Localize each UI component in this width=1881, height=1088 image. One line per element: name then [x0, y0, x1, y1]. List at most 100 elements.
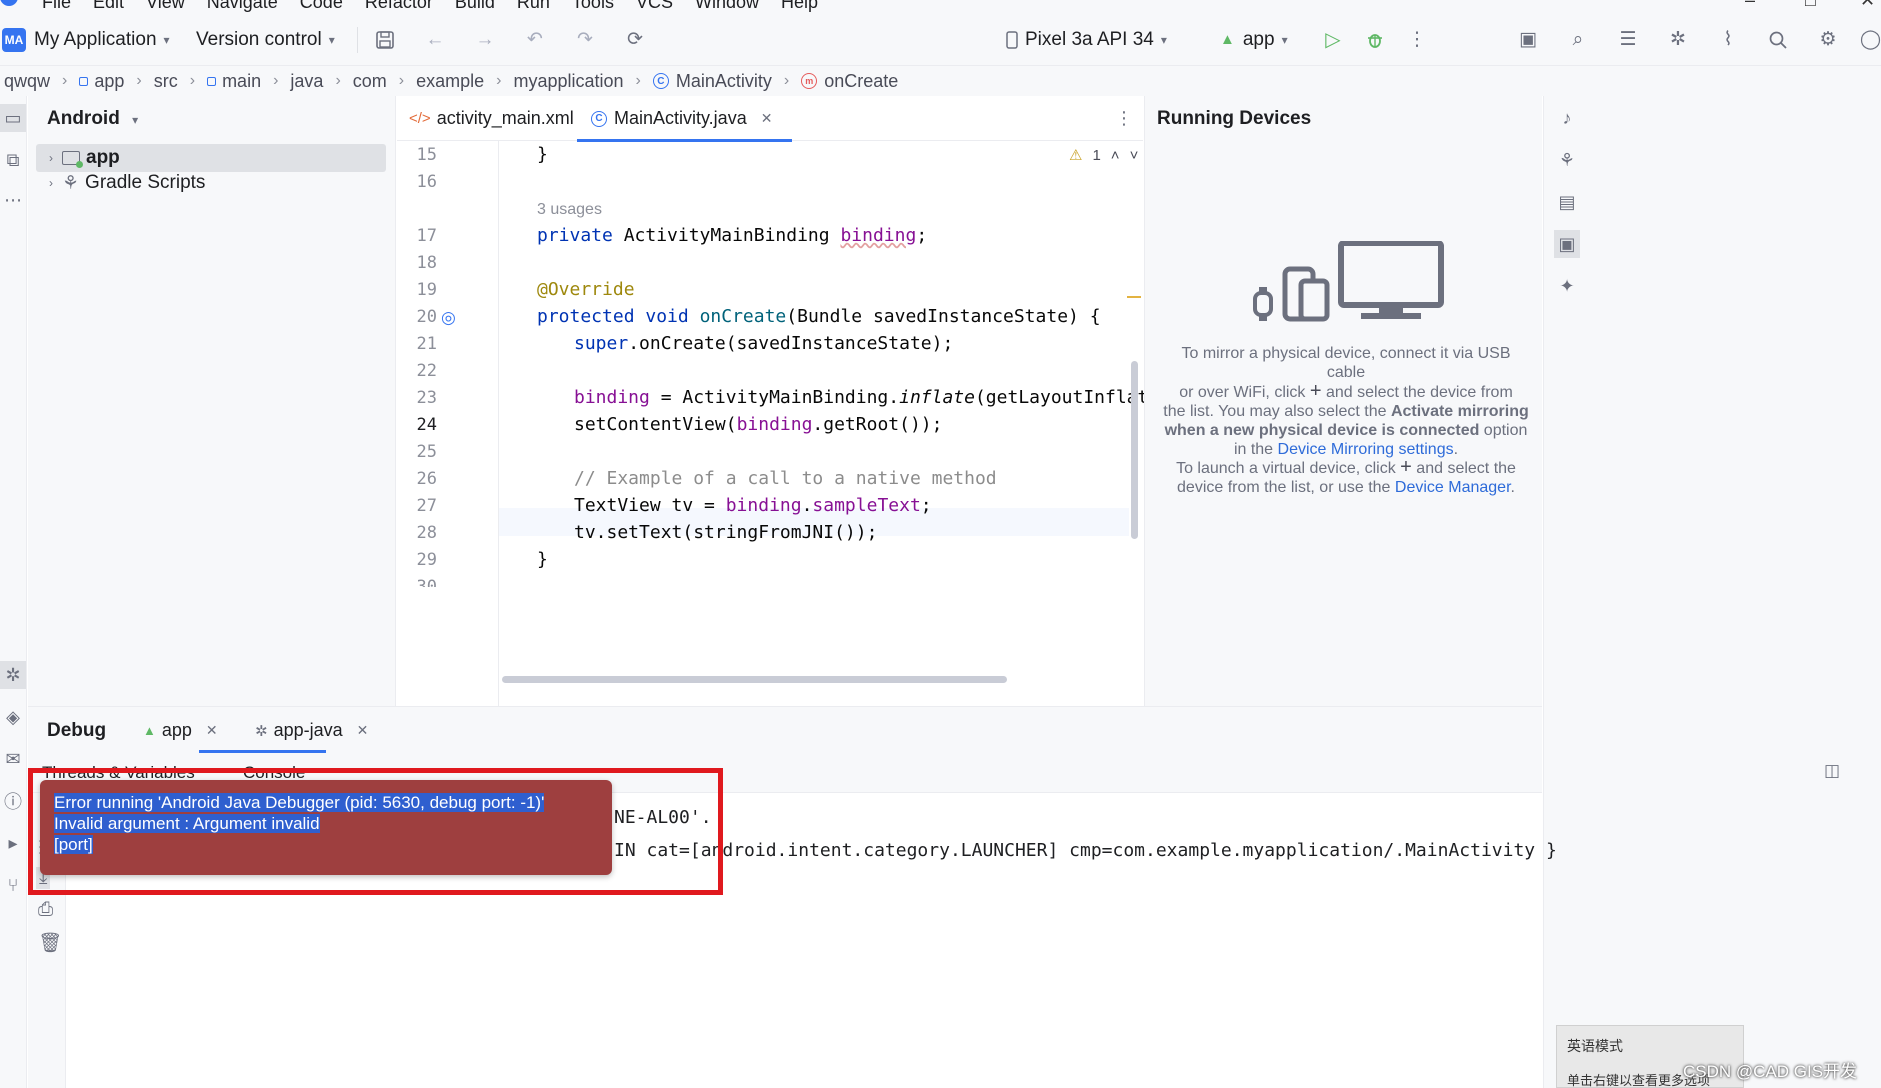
maximize-icon[interactable]: □ — [1805, 0, 1816, 11]
line-number: 19 — [416, 280, 437, 300]
breadcrumb-method[interactable]: m onCreate — [801, 71, 898, 92]
profiler-bug-icon[interactable]: ✲ — [1665, 13, 1691, 66]
inspection-widget[interactable]: ⚠ 1 ˄ ˅ — [1069, 146, 1139, 165]
menu-vcs[interactable]: VCS — [636, 0, 673, 13]
breadcrumb-src[interactable]: src — [154, 71, 178, 92]
usages-hint[interactable]: 3 usages — [537, 201, 602, 219]
minimize-icon[interactable]: – — [1745, 0, 1755, 11]
breadcrumb-main[interactable]: main — [207, 71, 261, 92]
project-view-selector[interactable]: Android ▾ — [47, 108, 138, 130]
tab-label: app-java — [273, 720, 343, 740]
notifications-icon[interactable]: ♪ — [1554, 104, 1580, 132]
device-file-explorer-icon[interactable]: ▤ — [1554, 188, 1580, 216]
sync-icon[interactable]: ⟳ — [622, 13, 648, 66]
debug-panel: Debug ▲ app ✕ ✲ app-java ✕ Threads & Var… — [28, 706, 1840, 1088]
tab-debug-app[interactable]: ▲ app ✕ — [143, 720, 218, 741]
menu-help[interactable]: Help — [781, 0, 818, 13]
problems-icon[interactable]: ⓘ — [0, 787, 26, 815]
menu-file[interactable]: File — [42, 0, 71, 13]
git-icon[interactable]: ⑂ — [0, 871, 26, 899]
menu-view[interactable]: View — [146, 0, 185, 13]
mirror-text: option — [1479, 422, 1528, 439]
breadcrumb-module[interactable]: app — [79, 71, 124, 92]
forward-arrow-icon[interactable]: → — [472, 13, 498, 66]
mirror-text: the list. You may also select the — [1163, 403, 1391, 420]
save-icon[interactable] — [372, 13, 398, 66]
more-tools-icon[interactable]: ⋯ — [0, 186, 26, 214]
gear-icon[interactable]: ⚙ — [1815, 13, 1841, 66]
redo-icon[interactable]: ↷ — [572, 13, 598, 66]
debug-tool-icon[interactable]: ✲ — [0, 661, 26, 689]
horizontal-scrollbar[interactable] — [502, 676, 1007, 683]
breadcrumb-com[interactable]: com — [353, 71, 387, 92]
breadcrumb-package[interactable]: myapplication — [513, 71, 623, 92]
breadcrumb-class[interactable]: C MainActivity — [652, 71, 772, 92]
menu-edit[interactable]: Edit — [93, 0, 124, 13]
menu-navigate[interactable]: Navigate — [207, 0, 278, 13]
chevron-up-icon[interactable]: ˄ — [1111, 147, 1120, 164]
menu-run[interactable]: Run — [517, 0, 550, 13]
menu-refactor[interactable]: Refactor — [365, 0, 433, 13]
tab-mainactivity-java[interactable]: C MainActivity.java ✕ — [576, 96, 793, 142]
menu-build[interactable]: Build — [455, 0, 495, 13]
line-number: 29 — [416, 550, 437, 570]
menu-code[interactable]: Code — [300, 0, 343, 13]
debug-bug-icon[interactable] — [1362, 13, 1388, 66]
tree-item-app[interactable]: › app — [36, 144, 386, 172]
back-arrow-icon[interactable]: ← — [422, 13, 448, 66]
print-icon[interactable]: ⎙ — [38, 899, 53, 921]
tab-activity-main-xml[interactable]: </> activity_main.xml — [409, 96, 574, 141]
mirror-text: and select the device from — [1321, 384, 1513, 401]
chevron-down-icon[interactable]: ˅ — [1130, 147, 1139, 164]
build-variants-icon[interactable]: ◈ — [0, 703, 26, 731]
sdk-manager-icon[interactable]: ▣ — [1515, 13, 1541, 66]
project-selector[interactable]: MA My Application ▾ — [2, 13, 170, 66]
vertical-scrollbar[interactable] — [1131, 361, 1138, 539]
override-gutter-icon[interactable]: ◎ — [441, 308, 456, 328]
close-tab-icon[interactable]: ✕ — [206, 722, 218, 739]
tree-item-label: app — [86, 147, 120, 168]
device-manager-link[interactable]: Device Manager — [1395, 479, 1511, 496]
device-selector[interactable]: Pixel 3a API 34 ▾ — [1005, 13, 1167, 66]
line-number: 20 — [416, 307, 437, 327]
layout-inspector-icon[interactable]: ☰ — [1615, 13, 1641, 66]
breadcrumb-separator: › — [783, 72, 790, 89]
running-devices-icon[interactable]: ▣ — [1554, 230, 1580, 258]
console-line: IN cat=[android.intent.category.LAUNCHER… — [614, 840, 1557, 861]
gemini-sparkle-icon[interactable]: ✦ — [1554, 272, 1580, 300]
main-toolbar: MA My Application ▾ Version control ▾ ← … — [0, 13, 1881, 66]
gradle-tool-icon[interactable]: ⚘ — [1554, 146, 1580, 174]
chevron-down-icon: ▾ — [132, 113, 139, 127]
tab-debug-app-java[interactable]: ✲ app-java ✕ — [255, 720, 368, 741]
version-control-menu[interactable]: Version control ▾ — [196, 13, 335, 66]
tabs-more-icon[interactable]: ⋮ — [1115, 96, 1133, 141]
menu-tools[interactable]: Tools — [572, 0, 614, 13]
menu-bar: File Edit View Navigate Code Refactor Bu… — [0, 0, 1881, 13]
chevron-right-icon[interactable]: › — [40, 176, 62, 190]
run-config-selector[interactable]: ▲ app ▾ — [1220, 13, 1288, 66]
device-mirroring-settings-link[interactable]: Device Mirroring settings — [1278, 441, 1454, 458]
run-icon[interactable]: ▷ — [1320, 13, 1346, 66]
more-options-icon[interactable]: ⋮ — [1404, 13, 1430, 66]
breadcrumb-java[interactable]: java — [290, 71, 323, 92]
terminal-icon[interactable]: ▸ — [0, 829, 26, 857]
close-tab-icon[interactable]: ✕ — [761, 110, 773, 127]
trash-icon[interactable]: 🗑 — [38, 931, 62, 955]
app-quality-icon[interactable]: ⌇ — [1715, 13, 1741, 66]
structure-icon[interactable]: ⧉ — [0, 146, 26, 174]
project-folder-icon[interactable]: ▭ — [0, 104, 26, 132]
warning-stripe-marker[interactable] — [1127, 296, 1141, 298]
search-icon[interactable] — [1765, 13, 1791, 66]
breadcrumb-example[interactable]: example — [416, 71, 484, 92]
close-tab-icon[interactable]: ✕ — [357, 722, 369, 739]
menu-window[interactable]: Window — [695, 0, 759, 13]
close-window-icon[interactable]: ✕ — [1860, 0, 1875, 11]
undo-icon[interactable]: ↶ — [522, 13, 548, 66]
chevron-right-icon[interactable]: › — [40, 151, 62, 165]
breadcrumb-project[interactable]: qwqw — [4, 71, 50, 92]
layout-toggle-icon[interactable]: ◫ — [1824, 761, 1840, 781]
account-icon[interactable]: ◯ — [1860, 13, 1881, 66]
device-explorer-icon[interactable]: ⌕ — [1565, 13, 1591, 66]
tree-item-gradle-scripts[interactable]: › ⚘ Gradle Scripts — [36, 169, 386, 197]
logcat-icon[interactable]: ✉ — [0, 745, 26, 773]
